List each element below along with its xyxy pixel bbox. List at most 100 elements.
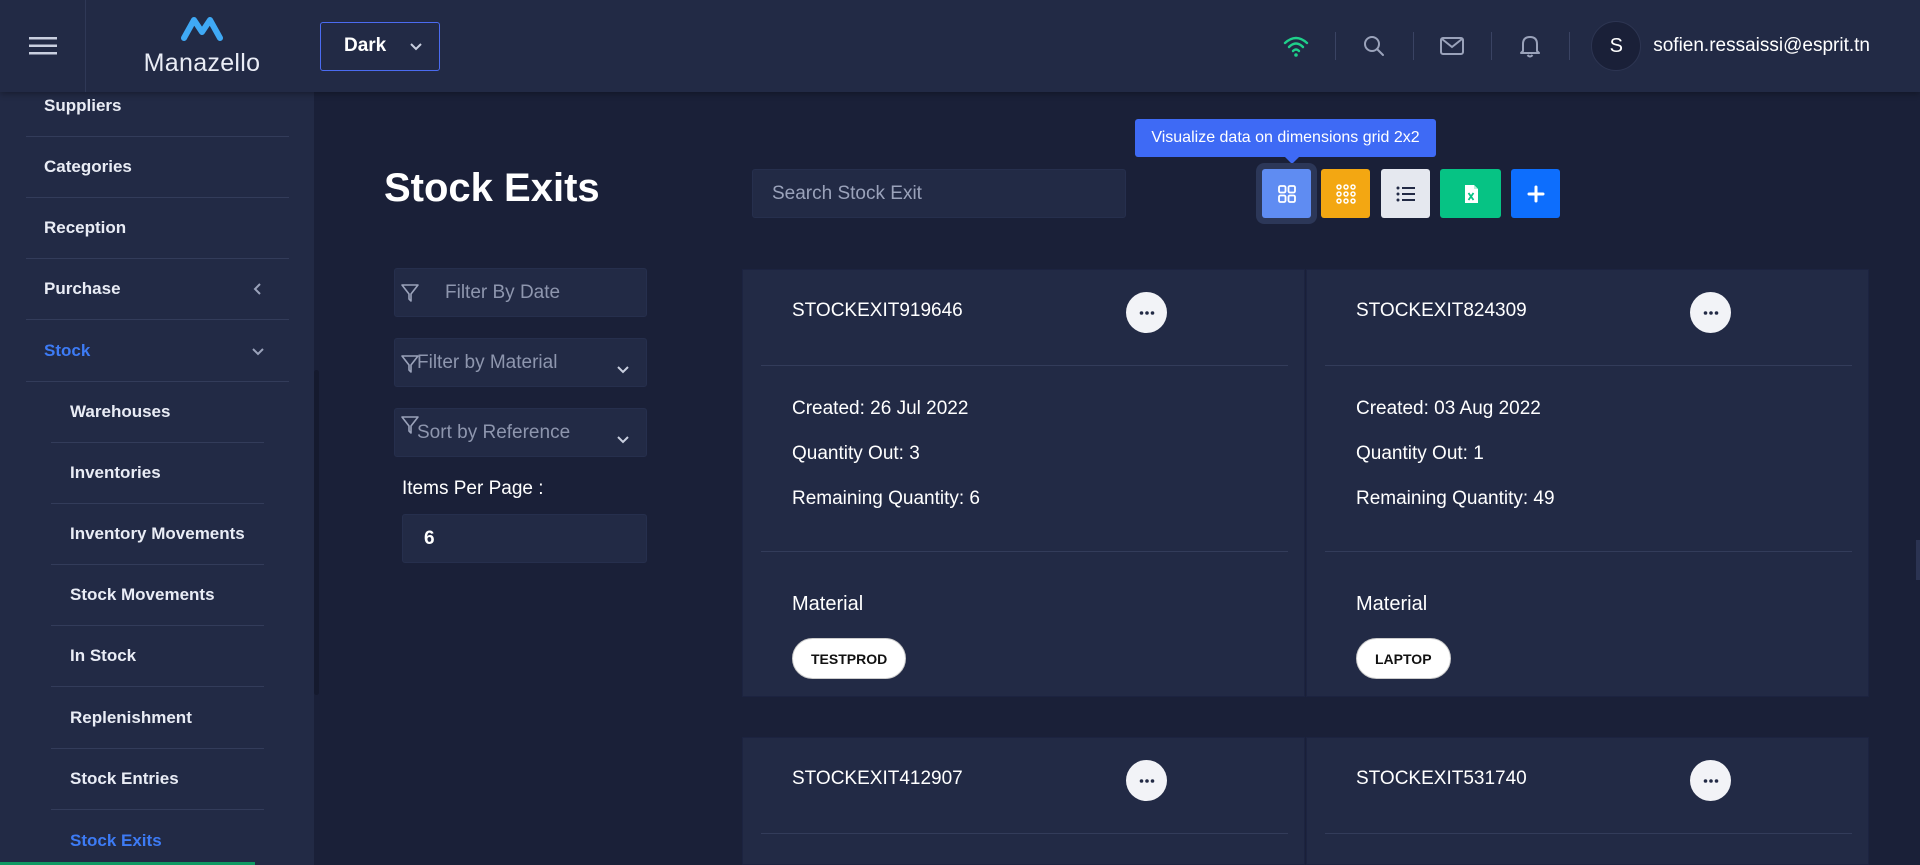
card-created-date: Created: 26 Jul 2022 (792, 398, 969, 419)
page-title: Stock Exits (384, 166, 600, 210)
sidebar-subitem-stock-exits[interactable]: Stock Exits (51, 810, 264, 865)
sidebar-item-label: Warehouses (70, 402, 171, 421)
sidebar-item-stock[interactable]: Stock (26, 321, 289, 382)
theme-select-value: Dark (344, 35, 387, 56)
sidebar-subitem-replenishment[interactable]: Replenishment (51, 688, 264, 749)
hamburger-menu-button[interactable] (0, 0, 86, 92)
card-reference: STOCKEXIT531740 (1356, 768, 1527, 789)
card-divider (1325, 833, 1852, 834)
more-horizontal-icon (1139, 778, 1154, 783)
more-horizontal-icon (1703, 778, 1718, 783)
sidebar-item-label: In Stock (70, 646, 137, 665)
sidebar-item-label: Stock Entries (70, 769, 179, 788)
card-more-button[interactable] (1690, 292, 1731, 333)
card-divider (761, 365, 1288, 366)
bell-icon (1520, 36, 1541, 58)
sidebar: Suppliers Categories Reception Purchase … (0, 92, 314, 865)
user-menu[interactable]: S sofien.ressaissi@esprit.tn (1569, 0, 1920, 92)
list-icon (1396, 186, 1415, 201)
sidebar-item-label: Inventory Movements (70, 524, 245, 543)
filter-by-material-select[interactable]: Filter by Material (394, 338, 647, 387)
material-tag[interactable]: TESTPROD (792, 638, 907, 679)
sidebar-scrollbar[interactable] (314, 370, 319, 695)
card-reference: STOCKEXIT824309 (1356, 300, 1527, 321)
logo-icon (180, 14, 224, 49)
filter-by-date[interactable]: Filter By Date (394, 268, 647, 317)
sidebar-item-label: Reception (44, 218, 127, 237)
chevron-down-icon (410, 43, 422, 51)
sidebar-item-label: Replenishment (70, 708, 192, 727)
menu-icon (28, 37, 57, 55)
notifications-button[interactable] (1491, 0, 1569, 92)
filter-icon (400, 282, 420, 310)
search-input[interactable] (752, 169, 1126, 218)
wifi-status-button[interactable] (1257, 0, 1335, 92)
more-horizontal-icon (1703, 310, 1718, 315)
excel-file-icon (1464, 184, 1478, 203)
sidebar-item-label: Purchase (44, 279, 121, 298)
sidebar-item-label: Stock Movements (70, 585, 215, 604)
export-excel-button[interactable] (1440, 169, 1501, 218)
brand-logo[interactable]: Manazello (86, 0, 318, 92)
sidebar-subitem-inventories[interactable]: Inventories (51, 443, 264, 504)
search-button[interactable] (1335, 0, 1413, 92)
grid-3x3-icon (1335, 183, 1356, 204)
add-stock-exit-button[interactable] (1511, 169, 1560, 218)
stock-exit-card[interactable]: STOCKEXIT824309 Created: 03 Aug 2022 Qua… (1306, 269, 1869, 697)
sidebar-subitem-warehouses[interactable]: Warehouses (51, 382, 264, 443)
sidebar-item-purchase[interactable]: Purchase (26, 259, 289, 320)
view-tooltip: Visualize data on dimensions grid 2x2 (1135, 119, 1436, 164)
sidebar-subitem-inventory-movements[interactable]: Inventory Movements (51, 504, 264, 565)
sort-by-reference-label: Sort by Reference (417, 421, 571, 443)
avatar: S (1591, 21, 1642, 71)
sidebar-subitem-stock-movements[interactable]: Stock Movements (51, 565, 264, 626)
brand-name: Manazello (143, 49, 261, 77)
mail-icon (1440, 37, 1465, 55)
stock-exit-card[interactable]: STOCKEXIT919646 Created: 26 Jul 2022 Qua… (742, 269, 1305, 697)
card-more-button[interactable] (1126, 760, 1167, 801)
sidebar-item-label: Categories (44, 157, 132, 176)
card-remaining-quantity: Remaining Quantity: 6 (792, 488, 980, 509)
card-divider (761, 833, 1288, 834)
user-email: sofien.ressaissi@esprit.tn (1653, 35, 1870, 56)
sidebar-item-label: Inventories (70, 463, 161, 482)
items-per-page-input[interactable]: 6 (402, 514, 647, 563)
sidebar-item-categories[interactable]: Categories (26, 137, 289, 198)
card-reference: STOCKEXIT919646 (792, 300, 963, 321)
filter-by-material-label: Filter by Material (417, 351, 558, 373)
card-quantity-out: Quantity Out: 3 (792, 443, 920, 464)
card-more-button[interactable] (1126, 292, 1167, 333)
page-scrollbar[interactable] (1916, 540, 1920, 580)
card-reference: STOCKEXIT412907 (792, 768, 963, 789)
card-quantity-out: Quantity Out: 1 (1356, 443, 1484, 464)
sort-by-reference-select[interactable]: Sort by Reference (394, 408, 647, 457)
mail-button[interactable] (1413, 0, 1491, 92)
card-divider (761, 551, 1288, 552)
filter-by-date-label: Filter By Date (445, 281, 561, 303)
grid-2x2-icon (1277, 184, 1296, 203)
top-bar: Manazello Dark S sofien.ressaissi@esprit… (0, 0, 1920, 92)
grid-2x2-view-button[interactable] (1262, 169, 1311, 218)
grid-3x3-view-button[interactable] (1321, 169, 1370, 218)
sidebar-item-label: Stock Exits (70, 830, 162, 850)
plus-icon (1527, 185, 1544, 202)
chevron-down-icon (251, 343, 265, 363)
theme-select[interactable]: Dark (320, 21, 440, 71)
material-tag[interactable]: LAPTOP (1356, 638, 1451, 679)
card-remaining-quantity: Remaining Quantity: 49 (1356, 488, 1555, 509)
card-divider (1325, 365, 1852, 366)
more-horizontal-icon (1139, 310, 1154, 315)
top-right-actions: S sofien.ressaissi@esprit.tn (1257, 0, 1920, 92)
search-icon (1364, 36, 1385, 56)
items-per-page-label: Items Per Page : (402, 478, 544, 499)
sidebar-item-reception[interactable]: Reception (26, 198, 289, 259)
sidebar-item-label: Suppliers (44, 96, 122, 115)
wifi-icon (1284, 36, 1309, 57)
sidebar-item-suppliers[interactable]: Suppliers (26, 92, 289, 137)
sidebar-subitem-stock-entries[interactable]: Stock Entries (51, 749, 264, 810)
card-more-button[interactable] (1690, 760, 1731, 801)
stock-exit-card[interactable]: STOCKEXIT531740 (1306, 737, 1869, 865)
sidebar-subitem-in-stock[interactable]: In Stock (51, 626, 264, 687)
stock-exit-card[interactable]: STOCKEXIT412907 (742, 737, 1305, 865)
list-view-button[interactable] (1381, 169, 1430, 218)
